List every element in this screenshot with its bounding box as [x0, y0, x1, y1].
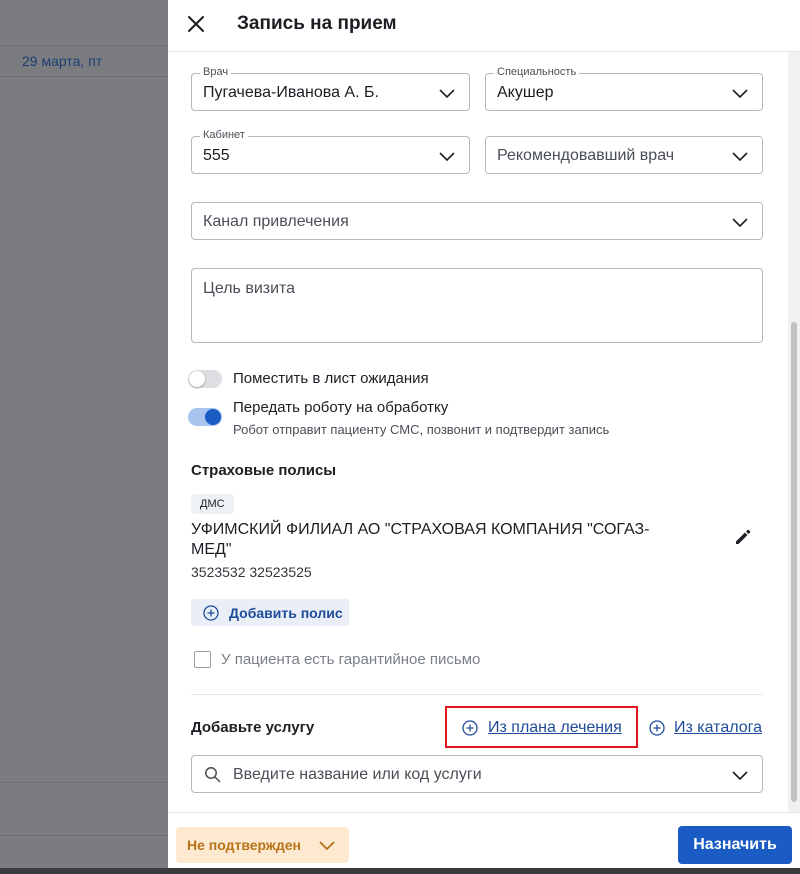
status-label: Не подтвержден — [187, 837, 301, 853]
scrollbar-thumb[interactable] — [791, 322, 797, 802]
doctor-value: Пугачева-Иванова А. Б. — [203, 84, 379, 101]
guarantee-letter-label: У пациента есть гарантийное письмо — [221, 651, 481, 668]
doctor-label: Врач — [200, 66, 232, 78]
chevron-down-icon — [732, 771, 748, 781]
appointment-drawer: Запись на прием Врач Пугачева-Иванова А.… — [168, 0, 800, 868]
drawer-scrollbar[interactable] — [788, 52, 800, 812]
assign-label: Назначить — [693, 836, 777, 853]
referring-doctor-select[interactable]: Рекомендовавший врач — [485, 136, 763, 174]
visit-goal-textarea[interactable]: Цель визита — [191, 268, 763, 343]
policy-number: 3523532 32523525 — [191, 564, 312, 580]
cabinet-label: Кабинет — [200, 129, 248, 141]
bg-divider — [0, 835, 168, 836]
add-policy-label: Добавить полис — [229, 605, 343, 621]
policy-company-line1: УФИМСКИЙ ФИЛИАЛ АО "СТРАХОВАЯ КОМПАНИЯ "… — [191, 521, 650, 538]
robot-toggle[interactable] — [188, 408, 222, 426]
toggle-knob — [205, 409, 221, 425]
robot-hint: Робот отправит пациенту СМС, позвонит и … — [233, 422, 610, 437]
edit-pencil-icon[interactable] — [733, 527, 753, 547]
cabinet-select[interactable]: Кабинет 555 — [191, 129, 470, 174]
drawer-title: Запись на прием — [237, 13, 397, 34]
chevron-down-icon — [439, 152, 455, 162]
chevron-down-icon — [732, 152, 748, 162]
plus-circle-icon — [203, 605, 219, 621]
status-dropdown[interactable]: Не подтвержден — [176, 827, 349, 863]
close-button[interactable] — [184, 12, 208, 36]
bg-divider — [0, 782, 168, 783]
robot-label: Передать роботу на обработку — [233, 399, 449, 416]
doctor-select[interactable]: Врач Пугачева-Иванова А. Б. — [191, 66, 470, 111]
section-divider — [191, 694, 763, 695]
bg-divider — [0, 45, 168, 46]
channel-select[interactable]: Канал привлечения — [191, 202, 763, 240]
bg-divider — [0, 76, 168, 77]
guarantee-letter-checkbox[interactable] — [194, 651, 211, 668]
assign-button[interactable]: Назначить — [678, 826, 792, 864]
policy-company-line2: МЕД" — [191, 541, 232, 558]
waitlist-toggle[interactable] — [188, 370, 222, 388]
from-treatment-plan-link[interactable]: Из плана лечения — [488, 719, 622, 737]
chevron-down-icon — [732, 218, 748, 228]
channel-placeholder: Канал привлечения — [203, 213, 349, 230]
chevron-down-icon — [319, 841, 335, 851]
search-icon — [205, 767, 221, 783]
specialty-value: Акушер — [497, 84, 554, 101]
drawer-footer: Не подтвержден Назначить — [168, 812, 800, 868]
visit-goal-placeholder: Цель визита — [203, 280, 296, 297]
specialty-label: Специальность — [494, 66, 580, 78]
cabinet-value: 555 — [203, 147, 230, 164]
from-catalog-link[interactable]: Из каталога — [674, 719, 762, 737]
referring-doctor-placeholder: Рекомендовавший врач — [497, 147, 675, 164]
specialty-select[interactable]: Специальность Акушер — [485, 66, 763, 111]
chevron-down-icon — [439, 89, 455, 99]
plus-circle-icon — [462, 720, 478, 736]
service-search-select[interactable]: Введите название или код услуги — [191, 755, 763, 793]
service-search-placeholder: Введите название или код услуги — [233, 766, 482, 783]
toggle-knob — [189, 371, 205, 387]
chevron-down-icon — [732, 89, 748, 99]
close-icon — [188, 16, 204, 32]
drawer-header: Запись на прием — [168, 0, 800, 52]
bg-bottom-bar — [0, 868, 800, 874]
add-policy-button[interactable]: Добавить полис — [191, 599, 349, 626]
insurance-heading: Страховые полисы — [191, 462, 337, 479]
waitlist-label: Поместить в лист ожидания — [233, 370, 429, 387]
bg-date-label: 29 марта, пт — [22, 53, 103, 69]
plus-circle-icon — [649, 720, 665, 736]
services-heading: Добавьте услугу — [191, 719, 315, 736]
policy-type-badge: ДМС — [191, 494, 234, 514]
